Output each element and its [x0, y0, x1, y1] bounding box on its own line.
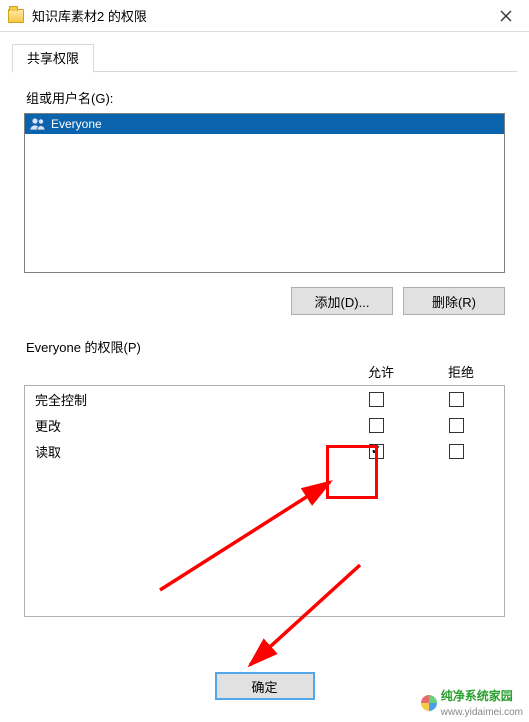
tab-strip: 共享权限 [12, 42, 517, 72]
perm-name: 更改 [35, 416, 336, 435]
group-or-user-label: 组或用户名(G): [26, 88, 505, 107]
col-deny: 拒绝 [421, 362, 501, 381]
tab-panel: 组或用户名(G): Everyone 添加(D)... 删除(R) Everyo… [0, 72, 529, 617]
perm-deny-change[interactable] [449, 418, 464, 433]
users-icon [29, 117, 47, 131]
perm-allow-change[interactable] [369, 418, 384, 433]
titlebar: 知识库素材2 的权限 [0, 0, 529, 32]
watermark-url: www.yidaimei.com [441, 707, 523, 718]
perm-name: 完全控制 [35, 390, 336, 409]
perm-row-full-control: 完全控制 [25, 386, 504, 412]
principals-listbox[interactable]: Everyone [24, 113, 505, 273]
permissions-for-label: Everyone 的权限(P) [26, 337, 505, 356]
folder-icon [8, 9, 24, 23]
principal-buttons: 添加(D)... 删除(R) [24, 287, 505, 315]
perm-deny-read[interactable] [449, 444, 464, 459]
principal-name: Everyone [51, 117, 102, 131]
perm-name: 读取 [35, 442, 336, 461]
ok-button[interactable]: 确定 [215, 672, 315, 700]
remove-button[interactable]: 删除(R) [403, 287, 505, 315]
principal-item-everyone[interactable]: Everyone [25, 114, 504, 134]
watermark-logo-icon [421, 695, 437, 711]
perm-allow-full-control[interactable] [369, 392, 384, 407]
close-button[interactable] [483, 0, 529, 32]
watermark: 纯净系统家园 www.yidaimei.com [421, 687, 523, 718]
col-allow: 允许 [341, 362, 421, 381]
close-icon [500, 10, 512, 22]
perm-deny-full-control[interactable] [449, 392, 464, 407]
window-title: 知识库素材2 的权限 [32, 6, 483, 25]
watermark-brand: 纯净系统家园 [441, 689, 513, 703]
permissions-table: 完全控制 更改 读取 [24, 385, 505, 617]
perm-allow-read[interactable] [369, 444, 384, 459]
perm-row-read: 读取 [25, 438, 504, 464]
add-button[interactable]: 添加(D)... [291, 287, 393, 315]
perm-row-change: 更改 [25, 412, 504, 438]
permissions-header: 允许 拒绝 [24, 362, 505, 385]
tab-share-permissions[interactable]: 共享权限 [12, 44, 94, 73]
